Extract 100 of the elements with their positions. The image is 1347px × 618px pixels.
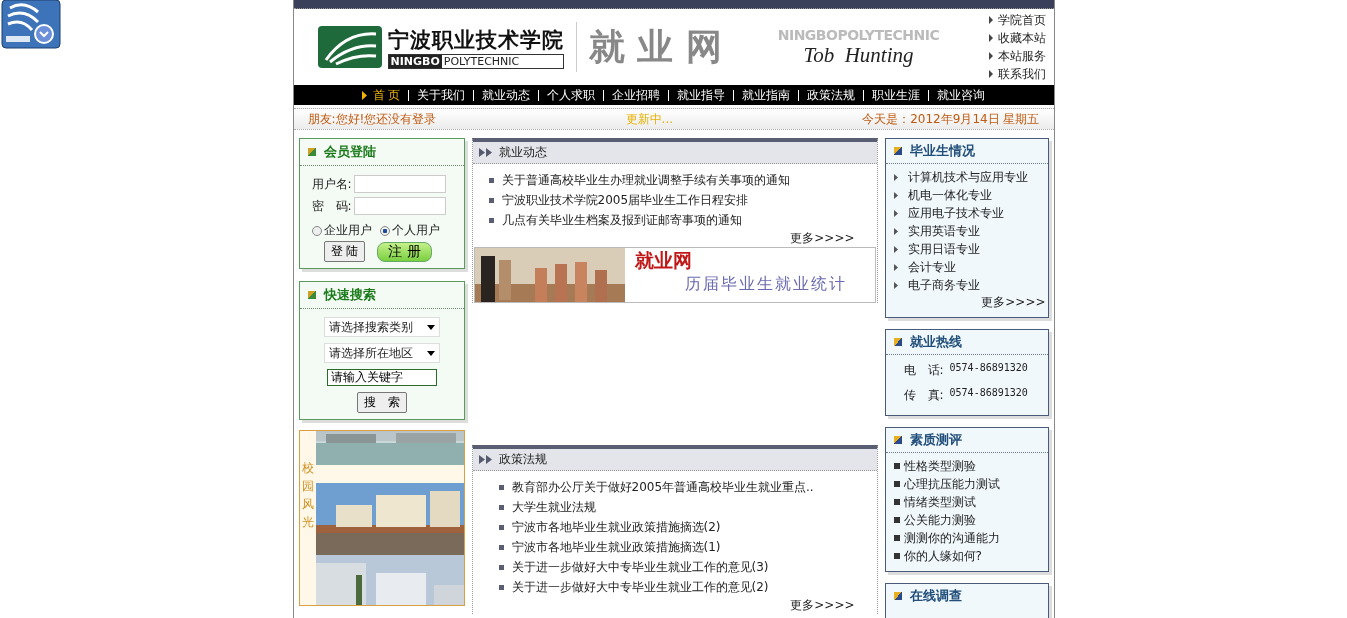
site-title: 就 业 网 [588,23,723,69]
panel-title: 在线调查 [909,587,962,605]
bullet-icon [498,544,504,550]
radio-button[interactable] [379,225,390,236]
contact-label: 传 真: [903,387,944,404]
policy-link[interactable]: 宁波市各地毕业生就业政策措施摘选(2) [511,517,721,537]
square-icon [307,148,316,156]
bullet-icon [488,217,494,223]
more-link[interactable]: 更多>>>> [981,295,1046,309]
panel-title: 素质测评 [909,431,962,449]
nav-tab[interactable]: 就业指导 [677,86,726,104]
banner-subtitle: 历届毕业生就业统计 [683,274,847,295]
app-icon[interactable] [0,0,62,50]
bullet-icon [893,499,900,505]
field-label: 密 码: [311,197,352,215]
nav-tab[interactable]: 个人求职 [547,86,596,104]
section-title: 政策法规 [498,451,547,468]
double-arrow-icon [478,455,493,464]
test-link[interactable]: 公关能力测验 [903,511,976,529]
header-link[interactable]: 学院首页 [987,11,1046,29]
policy-link[interactable]: 教育部办公厅关于做好2005年普通高校毕业生就业重点.. [511,477,814,497]
login-button[interactable]: 登 陆 [323,241,366,262]
major-link[interactable]: 实用英语专业 [907,222,980,240]
arrow-icon [893,227,898,235]
arrow-icon [893,263,898,271]
category-dropdown[interactable]: 请选择搜索类别 [323,317,440,337]
test-link[interactable]: 性格类型测验 [903,457,976,475]
square-icon [893,436,902,444]
field-label: 用户名: [311,175,352,193]
register-button[interactable]: 注 册 [377,241,432,262]
panel-title: 快速搜索 [323,286,376,304]
major-link[interactable]: 会计专业 [907,258,956,276]
school-name-en: POLYTECHNIC [442,54,521,68]
square-icon [893,592,902,600]
test-link[interactable]: 情绪类型测试 [903,493,976,511]
bullet-icon [498,484,504,490]
radio-label: 个人用户 [391,222,440,239]
nav-tab[interactable]: 首 页 [372,86,401,104]
bullet-icon [893,517,900,523]
test-link[interactable]: 你的人缘如何? [903,547,982,565]
bullet-icon [498,524,504,530]
panel-title: 毕业生情况 [909,142,975,160]
caret-icon [426,324,435,330]
header-link[interactable]: 本站服务 [987,47,1046,65]
contact-number: 0574-86891320 [949,362,1028,375]
region-dropdown[interactable]: 请选择所在地区 [323,343,440,363]
nav-tab[interactable]: 职业生涯 [872,86,921,104]
nav-tab[interactable]: 就业咨询 [937,86,986,104]
nav-tab[interactable]: 关于我们 [417,86,466,104]
banner[interactable]: 就业网 历届毕业生就业统计 [473,247,876,303]
greeting-text: 朋友:您好!您还没有登录 [307,110,437,128]
header-link[interactable]: 联系我们 [987,65,1046,83]
bullet-icon [893,481,900,487]
arrow-icon [893,245,898,253]
school-logo-icon [317,26,382,68]
panel-title: 就业热线 [909,333,962,351]
search-button[interactable]: 搜 索 [356,392,407,413]
header-link[interactable]: 收藏本站 [987,29,1046,47]
bullet-icon [893,553,900,559]
radio-button[interactable] [311,225,322,236]
bullet-icon [893,535,900,541]
more-link[interactable]: 更多>>>> [790,231,855,245]
policy-link[interactable]: 宁波市各地毕业生就业政策措施摘选(1) [511,537,721,557]
school-name-en-bold: NINGBO [388,54,442,68]
arrow-icon [361,90,367,100]
caret-icon [426,350,435,356]
square-icon [307,291,316,299]
news-link[interactable]: 宁波职业技术学院2005届毕业生工作日程安排 [501,190,749,210]
double-arrow-icon [478,148,493,157]
policy-link[interactable]: 关于进一步做好大中专毕业生就业工作的意见(2) [511,577,769,597]
contact-number: 0574-86891320 [949,387,1028,400]
nav-tab[interactable]: 就业动态 [482,86,531,104]
password-field[interactable] [353,197,446,215]
test-link[interactable]: 测测你的沟通能力 [903,529,1000,547]
contact-label: 电 话: [903,362,944,379]
keyword-field[interactable]: 请输入关键字 [326,369,437,386]
news-link[interactable]: 几点有关毕业生档案及报到证邮寄事项的通知 [501,210,742,230]
test-link[interactable]: 心理抗压能力测试 [903,475,1000,493]
arrow-icon [893,209,898,217]
bullet-icon [488,197,494,203]
slogan: Tob Hunting [803,42,914,68]
bullet-icon [498,504,504,510]
major-link[interactable]: 应用电子技术专业 [907,204,1004,222]
major-link[interactable]: 机电一体化专业 [907,186,992,204]
major-link[interactable]: 计算机技术与应用专业 [907,168,1028,186]
panel-title: 会员登陆 [323,143,376,161]
more-link[interactable]: 更多>>>> [790,598,855,612]
nav-tab[interactable]: 就业指南 [742,86,791,104]
bullet-icon [893,463,900,469]
policy-link[interactable]: 关于进一步做好大中专毕业生就业工作的意见(3) [511,557,769,577]
nav-tab[interactable]: 政策法规 [807,86,856,104]
banner-title: 就业网 [634,248,693,273]
policy-link[interactable]: 大学生就业法规 [511,497,596,517]
news-link[interactable]: 关于普通高校毕业生办理就业调整手续有关事项的通知 [501,170,790,190]
nav-tab[interactable]: 企业招聘 [612,86,661,104]
username-field[interactable] [353,175,446,193]
major-link[interactable]: 电子商务专业 [907,276,980,294]
major-link[interactable]: 实用日语专业 [907,240,980,258]
school-name: 宁波职业技术学院 [387,25,564,54]
arrow-icon [893,191,898,199]
